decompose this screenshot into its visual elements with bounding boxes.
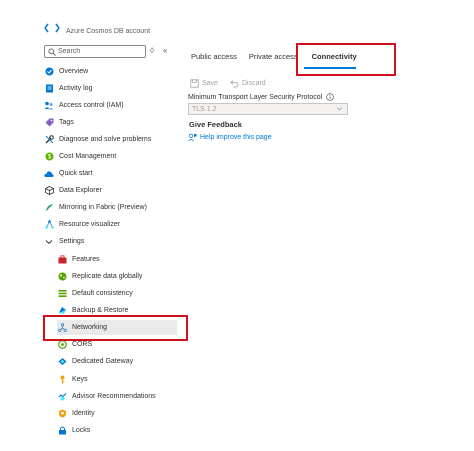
backup-icon xyxy=(57,306,67,316)
sidebar-item-default-consistency[interactable]: Default consistency xyxy=(57,286,133,301)
cost-icon: $ xyxy=(44,152,54,162)
sidebar-item-data-explorer[interactable]: Data Explorer xyxy=(44,183,102,198)
tls-field-label: Minimum Transport Layer Security Protoco… xyxy=(188,93,334,101)
chevron-down-icon xyxy=(336,107,343,111)
sidebar-item-label: Diagnose and solve problems xyxy=(59,136,152,143)
sidebar-item-label: Identity xyxy=(72,410,95,417)
sidebar-item-resource-visualizer[interactable]: Resource visualizer xyxy=(44,217,120,232)
sidebar-item-features[interactable]: Features xyxy=(57,252,100,267)
tag-icon xyxy=(44,118,54,128)
save-button[interactable]: Save xyxy=(190,78,218,88)
lines-icon xyxy=(57,289,67,299)
undo-icon xyxy=(230,79,239,87)
sidebar-item-label: Quick start xyxy=(59,170,93,177)
lock-icon xyxy=(57,426,67,436)
active-tab-indicator xyxy=(304,67,356,69)
help-improve-label: Help improve this page xyxy=(200,134,272,141)
sidebar-item-label: Advisor Recommendations xyxy=(72,393,156,400)
sidebar-item-keys[interactable]: Keys xyxy=(57,372,88,387)
fabric-icon xyxy=(44,203,54,213)
sidebar-item-backup-restore[interactable]: Backup & Restore xyxy=(57,303,128,318)
sidebar-item-label: Features xyxy=(72,256,100,263)
sidebar-options-icon[interactable]: ◊ xyxy=(150,45,154,57)
sidebar-item-label: Activity log xyxy=(59,85,93,92)
toolbar: Save Discard xyxy=(190,77,278,89)
tab-public-access[interactable]: Public access xyxy=(191,51,237,67)
tab-connectivity[interactable]: Connectivity xyxy=(312,51,357,67)
sidebar-item-label: Dedicated Gateway xyxy=(72,358,134,365)
gateway-icon xyxy=(57,357,67,367)
tab-private-access[interactable]: Private access xyxy=(249,51,298,67)
sidebar-item-label: Locks xyxy=(72,427,91,434)
sidebar-item-networking[interactable]: Networking xyxy=(57,320,177,335)
graph-icon xyxy=(44,220,54,230)
sidebar-item-mirroring[interactable]: Mirroring in Fabric (Preview) xyxy=(44,200,147,215)
advisor-icon xyxy=(57,392,67,402)
iam-icon xyxy=(44,101,54,111)
sidebar-item-diagnose[interactable]: Diagnose and solve problems xyxy=(44,132,151,147)
sidebar-item-dedicated-gateway[interactable]: Dedicated Gateway xyxy=(57,354,133,369)
sidebar-item-label: Resource visualizer xyxy=(59,221,121,228)
resource-type-label: Azure Cosmos DB account xyxy=(66,28,151,35)
overview-icon xyxy=(44,67,54,77)
sidebar-item-quick-start[interactable]: Quick start xyxy=(44,166,92,181)
search-input[interactable] xyxy=(58,46,144,57)
save-icon xyxy=(190,78,199,88)
resource-header: Azure Cosmos DB account xyxy=(44,23,184,40)
activity-log-icon xyxy=(44,84,54,94)
sidebar-item-label: Access control (IAM) xyxy=(59,102,124,109)
tls-dropdown-value: TLS 1.2 xyxy=(192,105,217,113)
sidebar-item-label: Keys xyxy=(72,376,88,383)
globe-icon xyxy=(57,272,67,282)
sidebar-item-activity-log[interactable]: Activity log xyxy=(44,81,92,96)
sidebar-item-overview[interactable]: Overview xyxy=(44,64,88,79)
info-icon[interactable] xyxy=(326,93,334,101)
sidebar-search[interactable] xyxy=(44,45,146,58)
sidebar-item-access-control[interactable]: Access control (IAM) xyxy=(44,98,124,113)
tls-label-text: Minimum Transport Layer Security Protoco… xyxy=(188,93,323,101)
sidebar-item-label: Networking xyxy=(72,324,108,331)
sidebar-item-label: Backup & Restore xyxy=(72,307,129,314)
network-icon xyxy=(57,323,67,333)
networking-tabs: Public access Private access Connectivit… xyxy=(191,51,369,67)
help-improve-link[interactable]: Help improve this page xyxy=(188,133,272,142)
sidebar-item-label: Mirroring in Fabric (Preview) xyxy=(59,204,147,211)
sidebar-item-label: Settings xyxy=(59,238,85,245)
sidebar-item-cors[interactable]: CORS xyxy=(57,337,92,352)
collapse-sidebar-icon[interactable]: « xyxy=(163,45,167,57)
cloud-icon xyxy=(44,169,54,179)
cube-icon xyxy=(44,186,54,196)
sidebar-item-tags[interactable]: Tags xyxy=(44,115,74,130)
save-label: Save xyxy=(202,79,218,87)
discard-label: Discard xyxy=(241,79,266,87)
sidebar-item-label: CORS xyxy=(72,341,93,348)
sidebar-group-settings[interactable]: Settings xyxy=(44,234,84,249)
cors-icon xyxy=(57,340,67,350)
give-feedback-heading: Give Feedback xyxy=(189,120,242,129)
sidebar-item-label: Replicate data globally xyxy=(72,273,143,280)
sidebar-item-label: Default consistency xyxy=(72,290,133,297)
sidebar-item-label: Overview xyxy=(59,68,89,75)
feedback-icon xyxy=(188,133,197,142)
sidebar-item-label: Data Explorer xyxy=(59,187,102,194)
search-icon xyxy=(48,48,56,56)
sidebar-item-replicate[interactable]: Replicate data globally xyxy=(57,269,142,284)
chevron-down-icon xyxy=(44,237,54,247)
wrench-icon xyxy=(44,135,54,145)
sidebar-item-cost-management[interactable]: $ Cost Management xyxy=(44,149,116,164)
sidebar-item-identity[interactable]: Identity xyxy=(57,406,95,421)
cosmos-db-icon xyxy=(44,23,60,33)
sidebar-item-label: Tags xyxy=(59,119,74,126)
sidebar-item-advisor[interactable]: Advisor Recommendations xyxy=(57,389,156,404)
sidebar-item-label: Cost Management xyxy=(59,153,117,160)
briefcase-icon xyxy=(57,255,67,265)
tls-dropdown[interactable]: TLS 1.2 xyxy=(188,103,348,115)
sidebar-item-locks[interactable]: Locks xyxy=(57,423,90,438)
key-icon xyxy=(57,375,67,385)
discard-button[interactable]: Discard xyxy=(230,79,266,88)
identity-icon xyxy=(57,409,67,419)
